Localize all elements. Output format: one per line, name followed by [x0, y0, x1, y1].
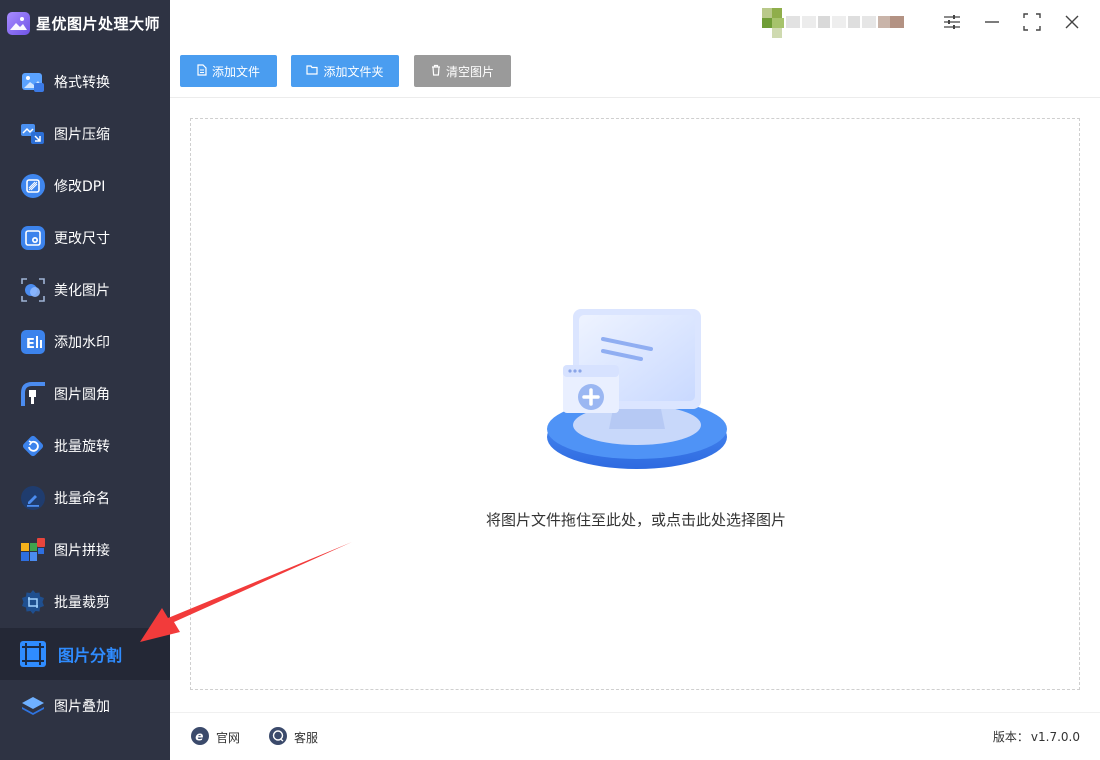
clear-images-button[interactable]: 清空图片 [414, 55, 511, 87]
sidebar-item-split[interactable]: 图片分割 [0, 628, 170, 680]
chat-bubble-icon [268, 726, 288, 749]
sidebar: 星优图片处理大师 格式转换 图片压缩 修改DPI 更改尺寸 美化图片 E 添加水… [0, 0, 170, 760]
add-file-button[interactable]: 添加文件 [180, 55, 277, 87]
drop-zone-hint: 将图片文件拖住至此处，或点击此处选择图片 [485, 511, 786, 529]
folder-icon [306, 64, 319, 78]
file-icon [197, 63, 207, 79]
browser-e-icon: e [190, 726, 210, 749]
image-compress-icon [20, 121, 46, 147]
support-label: 客服 [294, 731, 319, 745]
title-bar [170, 0, 1100, 46]
app-brand: 星优图片处理大师 [0, 0, 170, 46]
sidebar-item-format-convert[interactable]: 格式转换 [0, 56, 170, 108]
split-icon [20, 641, 46, 667]
app-title: 星优图片处理大师 [36, 14, 161, 33]
user-avatar[interactable] [762, 6, 922, 44]
sidebar-item-layers[interactable]: 图片叠加 [0, 680, 170, 732]
sidebar-item-watermark[interactable]: E 添加水印 [0, 316, 170, 368]
sidebar-item-label: 图片压缩 [54, 127, 110, 143]
stitch-icon [20, 537, 46, 563]
maximize-button[interactable] [1020, 12, 1044, 36]
minimize-icon [984, 14, 1000, 34]
version-value: v1.7.0.0 [1030, 730, 1080, 744]
sidebar-item-crop[interactable]: 批量裁剪 [0, 576, 170, 628]
add-folder-button[interactable]: 添加文件夹 [291, 55, 399, 87]
sidebar-item-stitch[interactable]: 图片拼接 [0, 524, 170, 576]
sidebar-item-label: 图片叠加 [54, 699, 110, 715]
sidebar-item-label: 图片圆角 [54, 387, 110, 403]
sidebar-item-resize[interactable]: 更改尺寸 [0, 212, 170, 264]
crop-icon [20, 589, 46, 615]
add-folder-label: 添加文件夹 [323, 64, 384, 79]
resize-icon [20, 225, 46, 251]
website-link[interactable]: e 官网 [190, 726, 240, 749]
image-drop-zone[interactable]: 将图片文件拖住至此处，或点击此处选择图片 [190, 118, 1080, 690]
sidebar-item-label: 图片拼接 [54, 543, 110, 559]
sidebar-item-label: 美化图片 [54, 283, 110, 299]
sidebar-item-label: 图片分割 [58, 646, 123, 665]
sidebar-item-image-compress[interactable]: 图片压缩 [0, 108, 170, 160]
sidebar-item-modify-dpi[interactable]: 修改DPI [0, 160, 170, 212]
svg-text:e: e [195, 730, 203, 744]
image-convert-icon [20, 69, 46, 95]
rename-icon [20, 485, 46, 511]
minimize-button[interactable] [980, 12, 1004, 36]
version-info: 版本： v1.7.0.0 [991, 728, 1080, 745]
close-button[interactable] [1060, 12, 1084, 36]
footer: e 官网 客服 版本： v1.7.0.0 [170, 712, 1100, 760]
beautify-icon [20, 277, 46, 303]
sidebar-item-label: 批量命名 [54, 491, 110, 507]
add-file-label: 添加文件 [211, 64, 260, 79]
monitor-add-illustration-icon [543, 305, 733, 473]
settings-button[interactable] [940, 12, 964, 36]
trash-icon [431, 64, 441, 79]
sidebar-item-label: 格式转换 [54, 75, 110, 91]
clear-images-label: 清空图片 [445, 64, 494, 79]
sidebar-item-label: 批量裁剪 [54, 595, 110, 611]
sidebar-item-beautify[interactable]: 美化图片 [0, 264, 170, 316]
sidebar-item-round-corner[interactable]: 图片圆角 [0, 368, 170, 420]
sidebar-item-label: 更改尺寸 [54, 231, 110, 247]
dpi-icon [20, 173, 46, 199]
layers-icon [20, 693, 46, 719]
round-corner-icon [20, 381, 46, 407]
watermark-icon: E [20, 329, 46, 355]
support-link[interactable]: 客服 [268, 726, 318, 749]
maximize-icon [1023, 13, 1041, 35]
rotate-icon [20, 433, 46, 459]
sidebar-item-rename[interactable]: 批量命名 [0, 472, 170, 524]
sidebar-item-label: 批量旋转 [54, 439, 110, 455]
svg-text:E: E [26, 337, 35, 352]
website-label: 官网 [216, 731, 241, 745]
sliders-icon [943, 14, 961, 34]
app-logo-icon [7, 11, 30, 35]
close-icon [1064, 14, 1080, 34]
sidebar-nav: 格式转换 图片压缩 修改DPI 更改尺寸 美化图片 E 添加水印 图片圆角 批量… [0, 56, 170, 732]
sidebar-item-label: 修改DPI [54, 179, 106, 195]
toolbar: 添加文件 添加文件夹 清空图片 [170, 46, 1100, 98]
version-label: 版本： [992, 730, 1029, 744]
sidebar-item-rotate[interactable]: 批量旋转 [0, 420, 170, 472]
sidebar-item-label: 添加水印 [54, 335, 110, 351]
